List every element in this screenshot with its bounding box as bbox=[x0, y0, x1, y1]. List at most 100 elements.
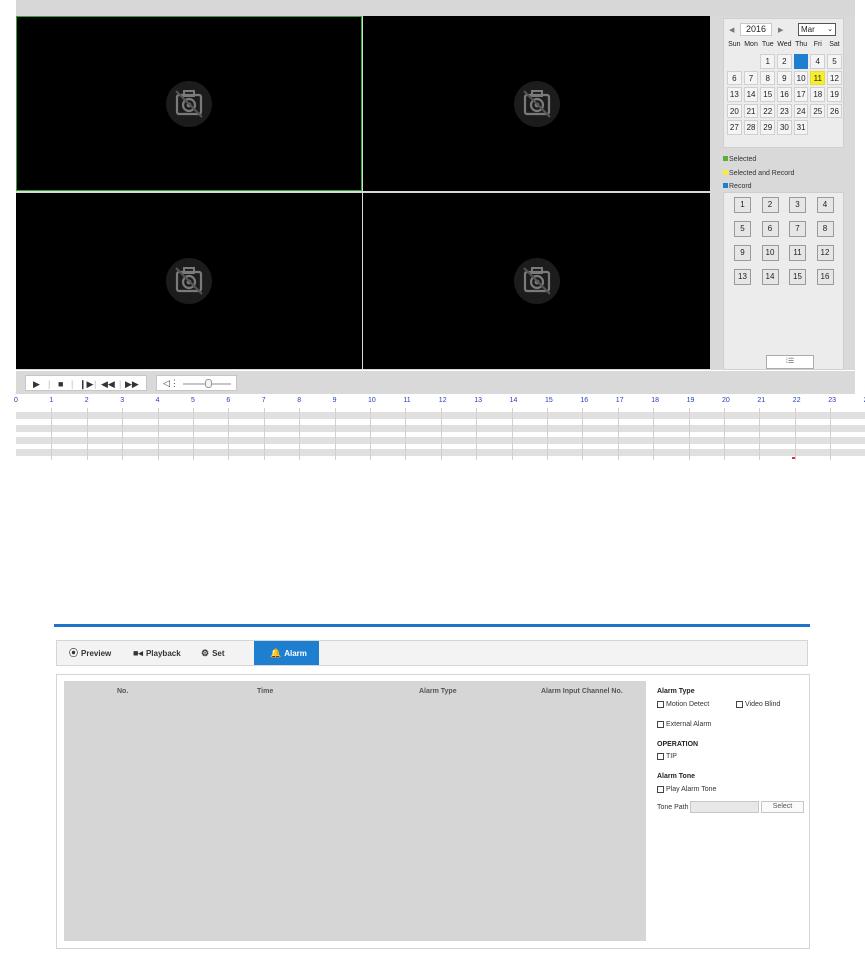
separator: | bbox=[119, 379, 122, 389]
channel-cell: 9 bbox=[732, 245, 760, 269]
fast-forward-icon[interactable]: ▶▶ bbox=[125, 379, 139, 389]
step-forward-icon[interactable]: ❙▶ bbox=[79, 379, 93, 389]
calendar-day[interactable]: 19 bbox=[827, 87, 842, 102]
calendar-day[interactable]: 26 bbox=[827, 103, 842, 118]
calendar-day[interactable]: 10 bbox=[793, 70, 809, 85]
calendar-day[interactable]: 14 bbox=[743, 87, 759, 102]
separator: | bbox=[94, 379, 97, 389]
calendar-day[interactable]: 27 bbox=[727, 120, 742, 135]
tab-preview[interactable]: ⦿ Preview bbox=[65, 641, 123, 665]
video-cell-4[interactable] bbox=[363, 193, 710, 369]
channel-button[interactable]: 9 bbox=[734, 245, 751, 261]
tab-playback[interactable]: ■◂ Playback bbox=[129, 641, 191, 665]
tone-path-input[interactable] bbox=[690, 801, 759, 813]
calendar-day[interactable]: 3 bbox=[793, 54, 809, 69]
chevron-right-icon[interactable]: ▶ bbox=[778, 26, 783, 34]
calendar-day[interactable]: 25 bbox=[810, 103, 826, 118]
timeline-hour-line bbox=[476, 408, 478, 460]
calendar-day[interactable]: 13 bbox=[727, 87, 742, 102]
chevron-left-icon[interactable]: ◀ bbox=[729, 26, 734, 34]
playback-controls: ▶ | ■ | ❙▶ | ◀◀ | ▶▶ bbox=[25, 375, 147, 391]
tab-set[interactable]: ⚙ Set bbox=[197, 641, 233, 665]
channel-button[interactable]: 14 bbox=[761, 269, 779, 285]
channel-button[interactable]: 11 bbox=[789, 245, 806, 261]
playback-area: ◀ 2016 ▶ Mar ⌄ Sun Mon Tue Wed Thu Fri Sat 123… bbox=[16, 15, 855, 370]
calendar-day[interactable]: 20 bbox=[727, 103, 742, 118]
calendar-day[interactable]: 8 bbox=[760, 70, 776, 85]
select-button[interactable]: Select bbox=[761, 801, 804, 813]
calendar-day[interactable]: 28 bbox=[743, 120, 759, 135]
calendar-day[interactable]: 2 bbox=[777, 54, 792, 69]
speaker-icon[interactable]: ◁⋮ bbox=[163, 378, 179, 389]
calendar-day[interactable]: 6 bbox=[727, 70, 742, 85]
page: ◀ 2016 ▶ Mar ⌄ Sun Mon Tue Wed Thu Fri Sat 123… bbox=[0, 0, 865, 967]
channel-button[interactable]: 2 bbox=[761, 197, 779, 213]
calendar-day[interactable]: 16 bbox=[777, 87, 792, 102]
calendar-day[interactable]: 15 bbox=[760, 87, 776, 102]
calendar-day[interactable]: 18 bbox=[810, 87, 826, 102]
camera-icon: ⦿ bbox=[69, 648, 79, 658]
channel-button[interactable]: 3 bbox=[789, 197, 806, 213]
video-blind-checkbox[interactable]: Video Blind bbox=[736, 701, 780, 708]
calendar-day[interactable]: 24 bbox=[793, 103, 809, 118]
calendar-day[interactable]: 5 bbox=[827, 54, 842, 69]
video-cell-2[interactable] bbox=[363, 16, 710, 191]
calendar-day[interactable]: 22 bbox=[760, 103, 776, 118]
calendar-day[interactable]: 17 bbox=[793, 87, 809, 102]
checkbox-box bbox=[736, 701, 743, 708]
tone-path-label: Tone Path bbox=[657, 804, 689, 811]
timeline-hour-label: 16 bbox=[580, 397, 589, 404]
rewind-icon[interactable]: ◀◀ bbox=[101, 379, 115, 389]
play-alarm-tone-checkbox[interactable]: Play Alarm Tone bbox=[657, 786, 716, 793]
legend-swatch bbox=[723, 156, 728, 161]
channel-button[interactable]: 6 bbox=[761, 221, 779, 237]
channel-button[interactable]: 10 bbox=[761, 245, 779, 261]
video-cell-3[interactable] bbox=[16, 193, 362, 369]
calendar-day[interactable]: 12 bbox=[827, 70, 842, 85]
list-button[interactable]: ⁞☰ bbox=[766, 355, 814, 369]
channel-button[interactable]: 12 bbox=[816, 245, 834, 261]
channel-button[interactable]: 1 bbox=[734, 197, 751, 213]
calendar-day[interactable]: 11 bbox=[810, 70, 826, 85]
video-cell-1[interactable] bbox=[16, 16, 362, 191]
month-select[interactable]: Mar ⌄ bbox=[798, 23, 836, 36]
channel-button[interactable]: 7 bbox=[789, 221, 806, 237]
calendar-day[interactable]: 30 bbox=[777, 120, 792, 135]
play-icon[interactable]: ▶ bbox=[33, 379, 40, 389]
channel-button[interactable]: 16 bbox=[816, 269, 834, 285]
motion-detect-checkbox[interactable]: Motion Detect bbox=[657, 701, 709, 708]
calendar-day[interactable]: 4 bbox=[810, 54, 826, 69]
channel-cell: 12 bbox=[815, 245, 843, 269]
channel-button[interactable]: 15 bbox=[789, 269, 806, 285]
motion-detect-label: Motion Detect bbox=[666, 701, 710, 708]
calendar-day[interactable]: 23 bbox=[777, 103, 792, 118]
channel-button[interactable]: 5 bbox=[734, 221, 751, 237]
stop-icon[interactable]: ■ bbox=[58, 379, 63, 389]
calendar-day[interactable]: 7 bbox=[743, 70, 759, 85]
timeline-tracks[interactable] bbox=[16, 408, 865, 460]
weekday-label: Sun bbox=[728, 41, 741, 48]
channel-cell: 7 bbox=[787, 221, 815, 245]
calendar-day[interactable]: 31 bbox=[793, 120, 809, 135]
tip-checkbox[interactable]: TIP bbox=[657, 753, 677, 760]
channel-button[interactable]: 13 bbox=[734, 269, 751, 285]
external-alarm-checkbox[interactable]: External Alarm bbox=[657, 721, 712, 728]
tip-label: TIP bbox=[666, 753, 677, 760]
timeline-hour-line bbox=[653, 408, 655, 460]
channel-cell: 3 bbox=[787, 197, 815, 221]
chevron-down-icon: ⌄ bbox=[827, 26, 833, 33]
weekday-label: Sat bbox=[829, 41, 840, 48]
calendar-day[interactable]: 29 bbox=[760, 120, 776, 135]
calendar-day[interactable]: 1 bbox=[760, 54, 776, 69]
tab-alarm[interactable]: 🔔 Alarm bbox=[254, 641, 319, 665]
year-field[interactable]: 2016 bbox=[740, 23, 772, 36]
volume-slider-handle[interactable] bbox=[205, 379, 212, 388]
channel-button[interactable]: 8 bbox=[816, 221, 834, 237]
camera-offline-icon bbox=[512, 256, 562, 306]
channel-button[interactable]: 4 bbox=[816, 197, 834, 213]
calendar-day[interactable]: 21 bbox=[743, 103, 759, 118]
operation-title: OPERATION bbox=[657, 741, 699, 748]
calendar-day[interactable]: 9 bbox=[777, 70, 792, 85]
separator: | bbox=[48, 379, 51, 389]
timeline-hour-label: 15 bbox=[545, 397, 553, 404]
